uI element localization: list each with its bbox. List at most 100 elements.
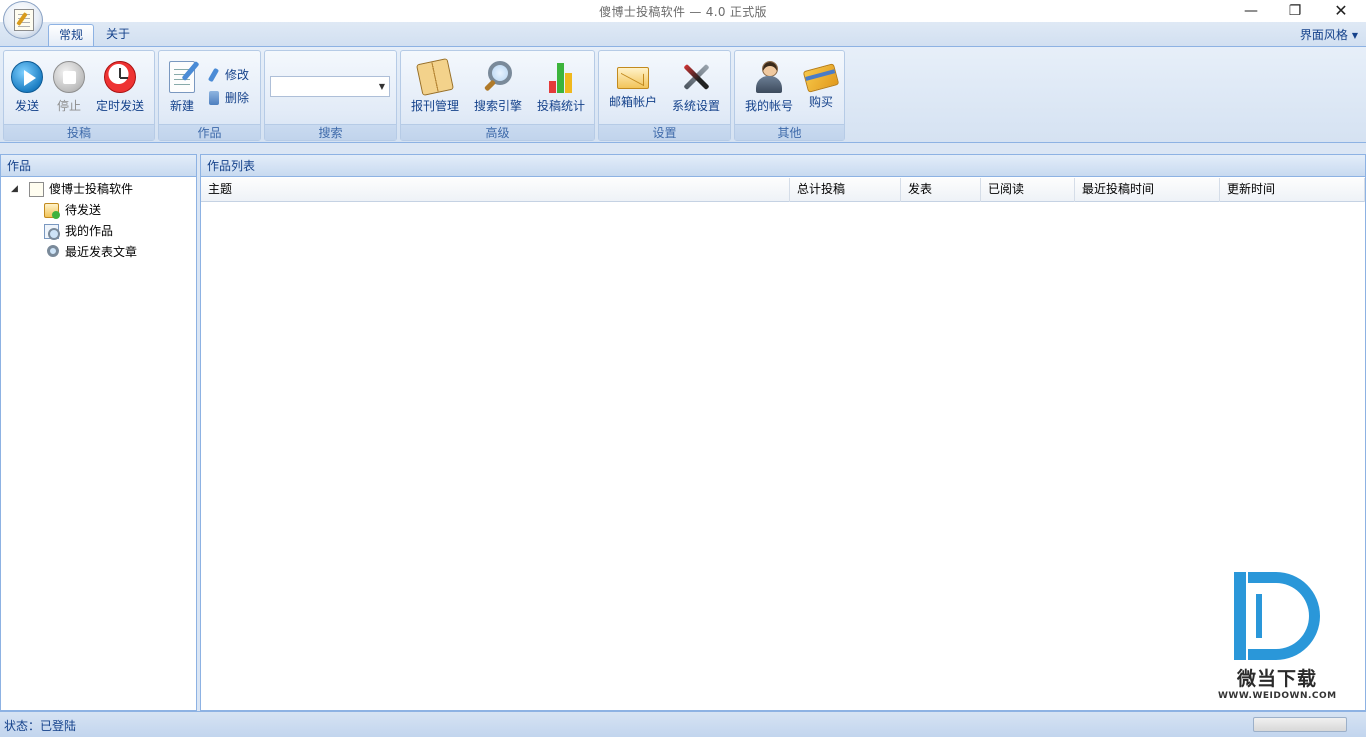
delete-label: 删除: [225, 91, 250, 105]
progress-bar: [1253, 717, 1347, 732]
my-account-label: 我的帐号: [744, 99, 793, 113]
stop-label: 停止: [56, 99, 81, 113]
send-label: 发送: [14, 99, 39, 113]
watermark-logo: 微当下载 WWW.WEIDOWN.COM: [1218, 568, 1336, 708]
window-title: 傻博士投稿软件 — 4.0 正式版: [599, 5, 767, 19]
tools-icon: [680, 61, 712, 93]
edit-label: 修改: [225, 68, 250, 82]
edit-icon: [207, 67, 220, 83]
document-search-icon: [44, 224, 60, 240]
tree-expand-icon[interactable]: ◢: [11, 179, 18, 200]
notepad-icon: [29, 182, 44, 197]
tree-item-my-works[interactable]: 我的作品: [1, 221, 196, 242]
credit-card-icon: [802, 63, 840, 93]
works-panel: 作品 ◢ 傻博士投稿软件 待发送 我的作品 最近发表文章: [0, 154, 197, 711]
weidown-d-logo: [1234, 572, 1320, 660]
chevron-down-icon: ▼: [378, 82, 385, 91]
works-list-title: 作品列表: [201, 155, 1365, 177]
play-icon: [11, 61, 43, 93]
new-document-icon: [169, 61, 195, 93]
mail-account-button[interactable]: 邮箱帐户: [607, 61, 659, 117]
tab-about[interactable]: 关于: [96, 24, 140, 46]
ribbon: 发送 停止 定时发送 投稿 新建 修改 删除 作品 ▼ 搜索 报刊管理 搜索引擎…: [0, 46, 1366, 143]
chevron-down-icon: ▼: [1351, 31, 1358, 40]
ui-style-menu[interactable]: 界面风格 ▼: [1300, 26, 1358, 43]
ribbon-tab-bar: 常规 关于 界面风格 ▼: [0, 22, 1366, 46]
delete-icon: [209, 91, 219, 105]
search-engine-icon: [482, 61, 514, 93]
group-works: 新建 修改 删除 作品: [158, 50, 261, 141]
watermark-url: WWW.WEIDOWN.COM: [1218, 691, 1337, 701]
submission-stats-label: 投稿统计: [536, 99, 585, 113]
magnifier-icon: [488, 61, 512, 85]
group-search: ▼ 搜索: [264, 50, 397, 141]
group-label-advanced: 高级: [401, 124, 594, 140]
ui-style-label: 界面风格: [1299, 28, 1348, 42]
new-button[interactable]: 新建: [165, 61, 199, 117]
column-last-submission-time[interactable]: 最近投稿时间: [1075, 178, 1220, 202]
tree-item-pending[interactable]: 待发送: [1, 200, 196, 221]
magnifier-icon: [47, 245, 59, 257]
column-published[interactable]: 发表: [901, 178, 981, 202]
maximize-button[interactable]: ❐: [1272, 0, 1318, 22]
edit-button[interactable]: 修改: [205, 65, 249, 85]
tree-item-label: 待发送: [65, 203, 102, 217]
chart-bar-red: [549, 81, 556, 93]
pending-mail-icon: [44, 203, 60, 219]
my-account-button[interactable]: 我的帐号: [743, 61, 795, 117]
tree-item-label: 最近发表文章: [65, 245, 138, 259]
group-label-settings: 设置: [599, 124, 730, 140]
column-subject[interactable]: 主题: [201, 178, 790, 202]
submission-stats-button[interactable]: 投稿统计: [535, 61, 587, 117]
chart-bar-green: [557, 63, 564, 93]
table-header: 主题 总计投稿 发表 已阅读 最近投稿时间 更新时间: [201, 178, 1365, 202]
tree-item-label: 我的作品: [65, 224, 114, 238]
user-icon: [753, 61, 785, 93]
column-update-time[interactable]: 更新时间: [1220, 178, 1365, 202]
delete-button[interactable]: 删除: [205, 88, 249, 108]
title-bar: 傻博士投稿软件 — 4.0 正式版 — ❐ ✕: [0, 0, 1366, 22]
status-text: 状态：已登陆: [4, 719, 77, 733]
status-bar: 状态：已登陆: [0, 711, 1366, 737]
buy-button[interactable]: 购买: [802, 61, 840, 117]
column-total-submissions[interactable]: 总计投稿: [790, 178, 901, 202]
search-engine-label: 搜索引擎: [473, 99, 522, 113]
mail-icon: [617, 67, 649, 89]
tree-item-recent-articles[interactable]: 最近发表文章: [1, 242, 196, 263]
works-tree: ◢ 傻博士投稿软件 待发送 我的作品 最近发表文章: [1, 177, 196, 263]
tab-general[interactable]: 常规: [48, 24, 95, 46]
group-submit: 发送 停止 定时发送 投稿: [3, 50, 155, 141]
column-read[interactable]: 已阅读: [981, 178, 1075, 202]
scheduled-send-button[interactable]: 定时发送: [94, 61, 146, 117]
close-button[interactable]: ✕: [1318, 0, 1364, 22]
newspaper-icon: [416, 58, 454, 96]
buy-label: 购买: [808, 95, 833, 109]
search-engine-button[interactable]: 搜索引擎: [472, 61, 524, 117]
app-menu-button[interactable]: [3, 1, 43, 39]
minimize-button[interactable]: —: [1228, 0, 1274, 22]
watermark-brand: 微当下载: [1236, 668, 1317, 690]
bar-chart-icon: [545, 61, 577, 93]
send-button[interactable]: 发送: [10, 61, 44, 117]
group-label-search: 搜索: [265, 124, 396, 140]
system-settings-button[interactable]: 系统设置: [670, 61, 722, 117]
tree-root-node[interactable]: ◢ 傻博士投稿软件: [1, 179, 196, 200]
mail-account-label: 邮箱帐户: [608, 95, 657, 109]
alarm-clock-icon: [104, 61, 136, 93]
newspaper-management-label: 报刊管理: [410, 99, 459, 113]
group-other: 我的帐号 购买 其他: [734, 50, 845, 141]
chart-bar-yellow: [565, 73, 572, 93]
works-panel-title: 作品: [1, 155, 196, 177]
group-label-works: 作品: [159, 124, 260, 140]
group-settings: 邮箱帐户 系统设置 设置: [598, 50, 731, 141]
group-advanced: 报刊管理 搜索引擎 投稿统计 高级: [400, 50, 595, 141]
works-list-panel: 作品列表 主题 总计投稿 发表 已阅读 最近投稿时间 更新时间: [200, 154, 1366, 711]
new-label: 新建: [169, 99, 194, 113]
system-settings-label: 系统设置: [671, 99, 720, 113]
group-label-submit: 投稿: [4, 124, 154, 140]
search-combo[interactable]: ▼: [270, 76, 390, 97]
tree-root-label: 傻博士投稿软件: [49, 182, 134, 196]
newspaper-management-button[interactable]: 报刊管理: [409, 58, 461, 117]
stop-button[interactable]: 停止: [52, 61, 86, 117]
group-label-other: 其他: [735, 124, 844, 140]
